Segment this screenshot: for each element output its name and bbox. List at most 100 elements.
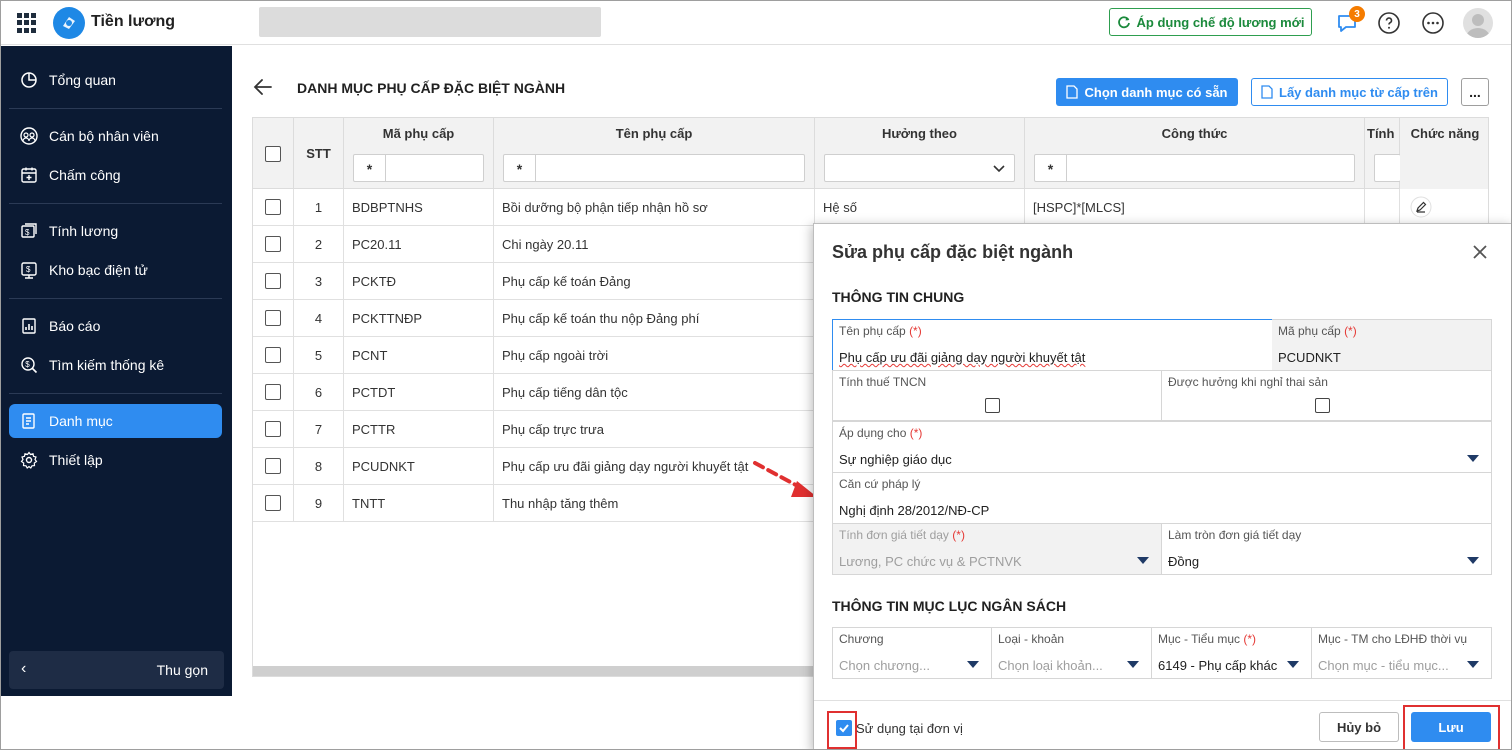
app-title: Tiền lương [91,13,175,30]
row-checkbox[interactable] [265,458,281,474]
row-tax-cell [1365,189,1400,226]
basis-filter-select[interactable] [824,154,1015,182]
row-checkbox[interactable] [265,347,281,363]
dropdown-caret-icon [1127,661,1139,668]
apply-new-salary-button[interactable]: Áp dụng chế độ lương mới [1109,8,1312,36]
row-stt-cell: 3 [294,263,344,300]
sidebar: Tổng quan Cán bộ nhân viên Chấm công $ T… [1,46,232,696]
row-checkbox[interactable] [265,273,281,289]
sidebar-item-search-stats[interactable]: $ Tìm kiếm thống kê [9,348,222,382]
sidebar-item-staff[interactable]: Cán bộ nhân viên [9,119,222,153]
row-stt-cell: 6 [294,374,344,411]
dropdown-caret-icon [1467,661,1479,668]
select-all-checkbox[interactable] [265,146,281,162]
notification-badge: 3 [1349,6,1365,22]
sidebar-item-reports[interactable]: Báo cáo [9,309,222,343]
row-name-cell: Bồi dưỡng bộ phận tiếp nhận hồ sơ [494,189,815,226]
row-code-cell: PC20.11 [344,226,494,263]
sidebar-item-catalog[interactable]: Danh mục [9,404,222,438]
type-section-select[interactable]: Loại - khoản Chọn loại khoản... [991,627,1152,679]
row-select-cell [253,411,294,448]
row-code-cell: PCNT [344,337,494,374]
more-actions-button[interactable]: ... [1461,78,1489,106]
sidebar-item-settings[interactable]: Thiết lập [9,443,222,477]
sidebar-item-attendance[interactable]: Chấm công [9,158,222,192]
formula-filter-input[interactable]: * [1034,154,1355,182]
more-options-icon[interactable] [1421,11,1445,35]
dropdown-caret-icon [1467,455,1479,462]
row-stt-cell: 9 [294,485,344,522]
personal-income-tax-checkbox[interactable] [985,398,1000,413]
use-at-unit-label: Sử dụng tại đơn vị [856,721,963,736]
row-code-cell: PCTDT [344,374,494,411]
sidebar-divider [9,203,222,204]
back-arrow-icon[interactable] [251,75,275,99]
help-icon[interactable] [1377,11,1401,35]
row-select-cell [253,189,294,226]
app-window: Tiền lương Áp dụng chế độ lương mới 3 Tổ… [0,0,1512,750]
salary-icon: $ [19,221,39,241]
row-checkbox[interactable] [265,421,281,437]
row-code-cell: BDBPTNHS [344,189,494,226]
row-select-cell [253,300,294,337]
maternity-checkbox[interactable] [1315,398,1330,413]
row-name-cell: Phụ cấp trực trưa [494,411,815,448]
edit-allowance-dialog: Sửa phụ cấp đặc biệt ngành THÔNG TIN CHU… [813,223,1511,749]
item-seasonal-labor-select[interactable]: Mục - TM cho LĐHĐ thời vụ Chọn mục - tiể… [1311,627,1492,679]
blurred-search-bar[interactable] [259,7,601,37]
row-code-cell: PCTTR [344,411,494,448]
collapse-sidebar-button[interactable]: ‹ Thu gọn [9,651,224,689]
row-formula-cell: [HSPC]*[MLCS] [1025,189,1365,226]
sidebar-item-overview[interactable]: Tổng quan [9,63,222,97]
row-stt-cell: 2 [294,226,344,263]
choose-catalog-button[interactable]: Chọn danh mục có sẵn [1056,78,1238,106]
use-at-unit-checkbox[interactable] [836,720,852,736]
row-stt-cell: 1 [294,189,344,226]
check-icon [839,724,849,733]
row-name-cell: Phụ cấp kế toán thu nộp Đảng phí [494,300,815,337]
code-filter-input[interactable]: * [353,154,484,182]
row-select-cell [253,448,294,485]
edit-icon[interactable] [1410,196,1432,218]
dropdown-caret-icon [967,661,979,668]
tax-filter-input[interactable] [1374,154,1401,182]
fetch-from-upper-level-button[interactable]: Lấy danh mục từ cấp trên [1251,78,1448,106]
apply-for-select[interactable]: Áp dụng cho (*) Sự nghiệp giáo dục [832,421,1492,473]
top-bar: Tiền lương Áp dụng chế độ lương mới 3 [1,1,1511,45]
close-icon[interactable] [1470,242,1490,262]
allowance-name-field[interactable]: Tên phụ cấp (*) Phụ cấp ưu đãi giảng dạy… [832,319,1273,371]
cancel-button[interactable]: Hủy bỏ [1319,712,1399,742]
row-actions-cell [1400,189,1488,226]
save-button[interactable]: Lưu [1411,712,1491,742]
document-icon [1261,85,1273,99]
table-row[interactable]: 1 BDBPTNHS Bồi dưỡng bộ phận tiếp nhận hồ … [253,189,1488,226]
page-title: DANH MỤC PHỤ CẤP ĐẶC BIỆT NGÀNH [297,80,566,96]
row-checkbox[interactable] [265,236,281,252]
select-all-column [253,118,294,189]
row-select-cell [253,263,294,300]
row-checkbox[interactable] [265,495,281,511]
sidebar-item-payroll[interactable]: $ Tính lương [9,214,222,248]
item-subitem-select[interactable]: Mục - Tiểu mục (*) 6149 - Phụ cấp khác [1151,627,1312,679]
sidebar-item-treasury[interactable]: $ Kho bạc điện tử [9,253,222,287]
user-avatar[interactable] [1463,8,1493,38]
chevron-down-icon [993,165,1005,173]
row-name-cell: Phụ cấp kế toán Đảng [494,263,815,300]
row-checkbox[interactable] [265,384,281,400]
apps-grid-icon[interactable] [17,13,37,33]
row-code-cell: PCKTĐ [344,263,494,300]
personal-income-tax-field: Tính thuế TNCN [832,370,1162,421]
rounding-select[interactable]: Làm tròn đơn giá tiết dạy Đồng [1161,523,1492,575]
chapter-select[interactable]: Chương Chọn chương... [832,627,992,679]
legal-basis-field[interactable]: Căn cứ pháp lý Nghị định 28/2012/NĐ-CP [832,472,1492,524]
users-icon [19,126,39,146]
row-stt-cell: 5 [294,337,344,374]
row-checkbox[interactable] [265,310,281,326]
row-select-cell [253,226,294,263]
column-code: Mã phụ cấp * [344,118,494,189]
row-select-cell [253,337,294,374]
search-dollar-icon: $ [19,355,39,375]
row-checkbox[interactable] [265,199,281,215]
report-icon [19,316,39,336]
name-filter-input[interactable]: * [503,154,805,182]
